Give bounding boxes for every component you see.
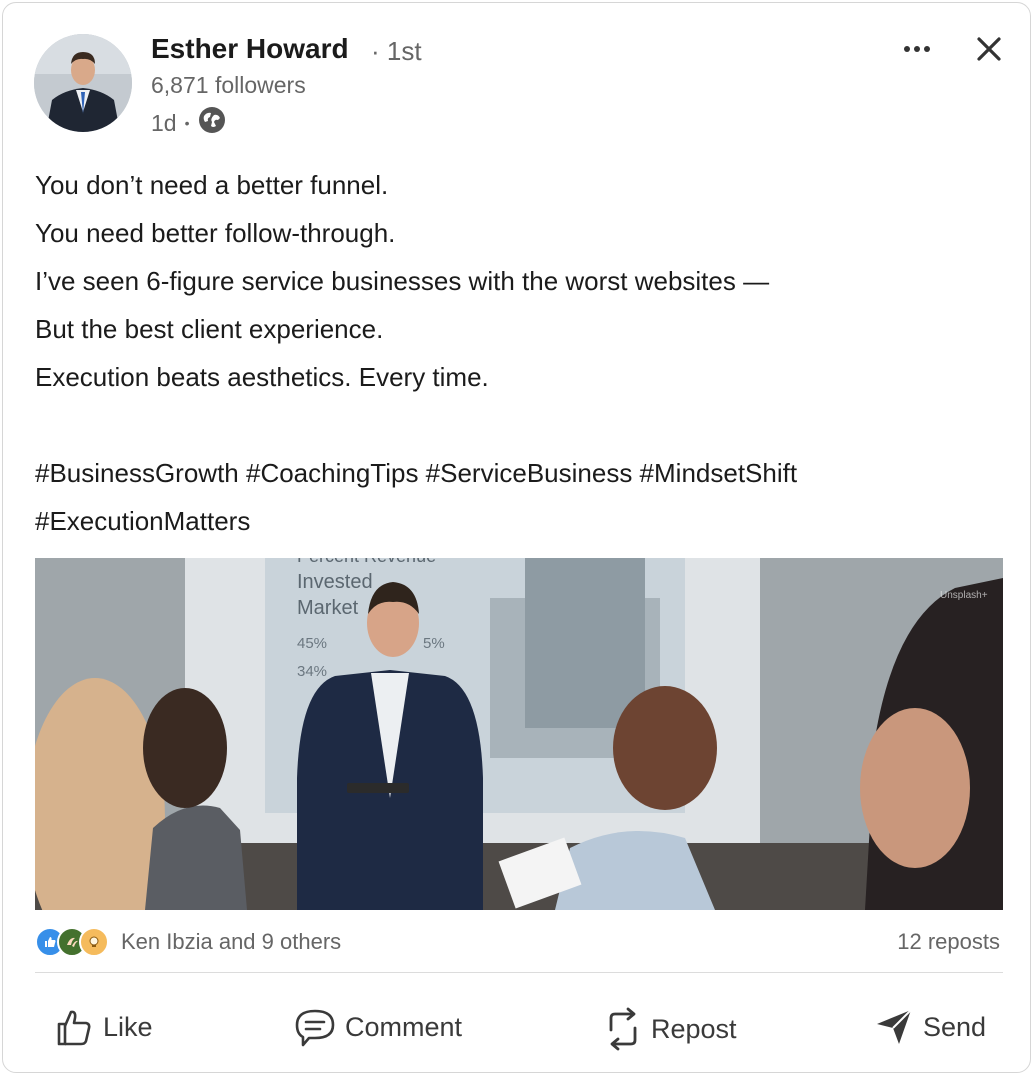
author-name[interactable]: Esther Howard — [151, 33, 349, 65]
close-button[interactable] — [971, 31, 1007, 67]
post-text-line: Execution beats aesthetics. Every time. — [35, 362, 489, 392]
more-icon — [904, 46, 930, 52]
watermark: Unsplash+ — [940, 590, 988, 601]
hashtags-line[interactable]: #BusinessGrowth #CoachingTips #ServiceBu… — [35, 449, 995, 497]
slide-stat: 45% — [297, 635, 327, 652]
author-avatar[interactable] — [34, 34, 132, 132]
like-button[interactable]: Like — [53, 1006, 153, 1048]
meta-separator: • — [184, 115, 190, 131]
reaction-icons — [35, 927, 109, 957]
slide-stat: 5% — [423, 635, 445, 652]
hashtags-line[interactable]: #ExecutionMatters — [35, 497, 995, 545]
like-label: Like — [103, 1011, 153, 1042]
post-text-line: But the best client experience. — [35, 314, 384, 344]
post-meta: 1d • — [151, 106, 226, 140]
slide-title-line: Percent Revenue — [297, 558, 436, 566]
more-options-button[interactable] — [901, 33, 937, 65]
divider — [35, 972, 1003, 973]
close-icon — [977, 37, 1001, 61]
post-text-line: You need better follow-through. — [35, 218, 396, 248]
post-body: You don’t need a better funnel. You need… — [35, 161, 995, 545]
slide-title-line: Market — [297, 597, 359, 619]
post-text-line: I’ve seen 6-figure service businesses wi… — [35, 266, 770, 296]
send-button[interactable]: Send — [873, 1006, 986, 1048]
repost-button[interactable]: Repost — [603, 1006, 737, 1052]
connection-degree: · 1st — [371, 36, 422, 66]
follower-count: 6,871 followers — [151, 72, 306, 98]
post-text-line: You don’t need a better funnel. — [35, 170, 389, 200]
comment-label: Comment — [345, 1011, 463, 1042]
reactions-summary[interactable]: Ken Ibzia and 9 others — [35, 927, 341, 957]
paragraph-break — [35, 401, 995, 449]
send-icon — [877, 1009, 912, 1044]
repost-label: Repost — [651, 1013, 737, 1044]
globe-icon — [198, 106, 226, 140]
post-time: 1d — [151, 109, 177, 136]
slide-title-line: Invested — [297, 571, 373, 593]
repost-icon — [609, 1007, 637, 1051]
post-card: Esther Howard · 1st 6,871 followers 1d •… — [2, 2, 1031, 1073]
slide-stat: 34% — [297, 663, 327, 680]
comment-icon — [295, 1009, 335, 1047]
reposts-count[interactable]: 12 reposts — [897, 929, 1000, 955]
send-label: Send — [923, 1011, 987, 1042]
reactions-text[interactable]: Ken Ibzia and 9 others — [121, 929, 341, 955]
post-image[interactable]: Percent Revenue Invested Market 45% 5% 3… — [35, 558, 1003, 910]
insightful-icon — [79, 927, 109, 957]
thumbs-up-icon — [57, 1010, 91, 1046]
comment-button[interactable]: Comment — [293, 1006, 462, 1048]
